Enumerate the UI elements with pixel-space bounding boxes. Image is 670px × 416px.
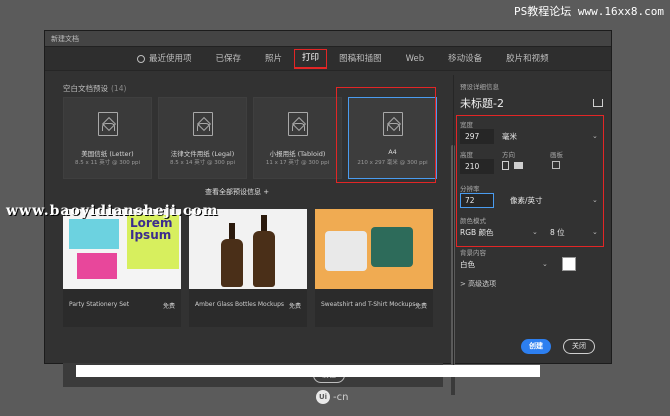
stock-card-title: Sweatshirt and T-Shirt Mockups <box>321 301 416 308</box>
stock-card-sweatshirt[interactable]: Sweatshirt and T-Shirt Mockups 免费 <box>315 209 433 327</box>
presets-panel: 空白文档预设 (14) 美国信纸 (Letter) 8.5 x 11 英寸 @ 3… <box>55 75 455 395</box>
width-input[interactable]: 297 <box>460 129 494 144</box>
shirt-shape <box>371 227 413 267</box>
background-color-swatch[interactable] <box>562 257 576 271</box>
thumb-shape <box>77 253 117 279</box>
preset-legal[interactable]: 法律文件用纸 (Legal) 8.5 x 14 英寸 @ 300 ppi <box>158 97 247 179</box>
width-label: 宽度 <box>460 121 473 129</box>
thumb-shape <box>69 219 119 249</box>
background-label: 背景内容 <box>460 249 486 257</box>
preset-name: 法律文件用纸 (Legal) <box>170 150 235 158</box>
bottle-shape <box>253 215 275 287</box>
tab-saved[interactable]: 已保存 <box>204 47 254 71</box>
stock-card-price: 免费 <box>414 303 427 310</box>
background-paper-strip <box>76 365 540 377</box>
bottle-shape <box>221 223 243 287</box>
orientation-label: 方向 <box>502 151 515 159</box>
tab-print[interactable]: 打印 <box>294 48 328 69</box>
stock-card-amber-bottles[interactable]: Amber Glass Bottles Mockups 免费 <box>189 209 307 327</box>
preset-name: 美国信纸 (Letter) <box>81 150 134 158</box>
unit-value: 毫米 <box>502 132 517 141</box>
preset-size: 8.5 x 14 英寸 @ 300 ppi <box>170 160 235 166</box>
chevron-down-icon: ⌄ <box>592 228 598 236</box>
artboard-checkbox[interactable] <box>552 161 560 169</box>
chevron-down-icon: ⌄ <box>592 196 598 204</box>
ui-cn-logo: Ui <box>316 390 330 404</box>
stock-card-party-stationery[interactable]: Lorem Ipsum Party Stationery Set 免费 <box>63 209 181 327</box>
height-input[interactable]: 210 <box>460 159 494 174</box>
stock-card-price: 免费 <box>162 303 175 310</box>
tab-photo[interactable]: 照片 <box>253 47 294 71</box>
background-dropdown[interactable]: 白色 <box>460 257 540 272</box>
preset-size: 11 x 17 英寸 @ 300 ppi <box>265 160 330 166</box>
chevron-down-icon: ⌄ <box>592 132 598 140</box>
color-mode-value: RGB 颜色 <box>460 228 494 237</box>
template-thumbnail <box>315 209 433 289</box>
presets-count: (14) <box>111 84 127 93</box>
advanced-options-toggle[interactable]: > 高级选项 <box>460 279 496 289</box>
background-value: 白色 <box>460 260 475 269</box>
stock-templates: Lorem Ipsum Party Stationery Set 免费 Ambe… <box>63 209 433 327</box>
watermark-bottom-text: -cn <box>333 391 349 403</box>
save-preset-icon[interactable] <box>593 99 603 107</box>
document-icon <box>288 112 308 136</box>
tab-web[interactable]: Web <box>394 47 437 71</box>
stock-card-title: Party Stationery Set <box>69 301 130 308</box>
presets-title: 空白文档预设 <box>63 84 108 93</box>
chevron-down-icon: ⌄ <box>532 228 538 236</box>
bit-depth-dropdown[interactable]: 8 位 <box>550 225 594 240</box>
color-mode-dropdown[interactable]: RGB 颜色 <box>460 225 540 240</box>
category-tabs: 最近使用项 已保存 照片 打印 图稿和插图 Web 移动设备 胶片和视频 <box>45 47 611 71</box>
preset-name: 小报用纸 (Tabloid) <box>269 150 326 158</box>
tab-recent-label: 最近使用项 <box>149 53 192 64</box>
document-icon <box>193 112 213 136</box>
thumb-lorem-text: Lorem Ipsum <box>127 215 179 269</box>
highlight-box-a4 <box>336 87 436 183</box>
preset-tabloid[interactable]: 小报用纸 (Tabloid) 11 x 17 英寸 @ 300 ppi <box>253 97 342 179</box>
portrait-icon[interactable] <box>502 161 509 170</box>
template-thumbnail <box>189 209 307 289</box>
tab-mobile[interactable]: 移动设备 <box>436 47 494 71</box>
preset-letter[interactable]: 美国信纸 (Letter) 8.5 x 11 英寸 @ 300 ppi <box>63 97 152 179</box>
artboard-label: 画板 <box>550 151 563 159</box>
view-all-presets-link[interactable]: 查看全部预设信息 + <box>205 187 269 197</box>
tab-art-illustration[interactable]: 图稿和插图 <box>327 47 394 71</box>
document-icon <box>98 112 118 136</box>
close-button[interactable]: 关闭 <box>563 339 595 354</box>
resolution-unit-value: 像素/英寸 <box>510 196 543 205</box>
stock-card-price: 免费 <box>288 303 301 310</box>
preset-details-label: 预设详细信息 <box>460 83 499 91</box>
landscape-icon[interactable] <box>514 162 523 169</box>
color-mode-label: 颜色模式 <box>460 217 486 225</box>
chevron-down-icon: ⌄ <box>542 260 548 268</box>
shirt-shape <box>325 231 367 271</box>
preset-size: 8.5 x 11 英寸 @ 300 ppi <box>75 160 140 166</box>
watermark-bottom: Ui -cn <box>316 390 348 404</box>
create-button[interactable]: 创建 <box>521 339 551 354</box>
stock-card-title: Amber Glass Bottles Mockups <box>195 301 285 308</box>
unit-dropdown[interactable]: 毫米 <box>502 129 592 144</box>
new-document-dialog: 新建文档 最近使用项 已保存 照片 打印 图稿和插图 Web 移动设备 胶片和视… <box>44 30 613 395</box>
clock-icon <box>137 54 145 63</box>
resolution-input[interactable]: 72 <box>460 193 494 208</box>
resolution-unit-dropdown[interactable]: 像素/英寸 <box>510 193 590 208</box>
preset-details-panel: 预设详细信息 未标题-2 宽度 297 毫米 ⌄ 高度 210 方向 画板 分辨… <box>453 75 613 365</box>
watermark-top: PS教程论坛 www.16xx8.com <box>514 5 664 18</box>
tab-recent[interactable]: 最近使用项 <box>125 47 204 71</box>
height-label: 高度 <box>460 151 473 159</box>
resolution-label: 分辨率 <box>460 185 480 193</box>
dialog-titlebar: 新建文档 <box>45 31 611 47</box>
template-thumbnail: Lorem Ipsum <box>63 209 181 289</box>
bit-depth-value: 8 位 <box>550 228 565 237</box>
document-name[interactable]: 未标题-2 <box>460 95 504 111</box>
tab-film-video[interactable]: 胶片和视频 <box>494 47 561 71</box>
watermark-mid: www.baoyidiansheji.com <box>6 203 219 219</box>
